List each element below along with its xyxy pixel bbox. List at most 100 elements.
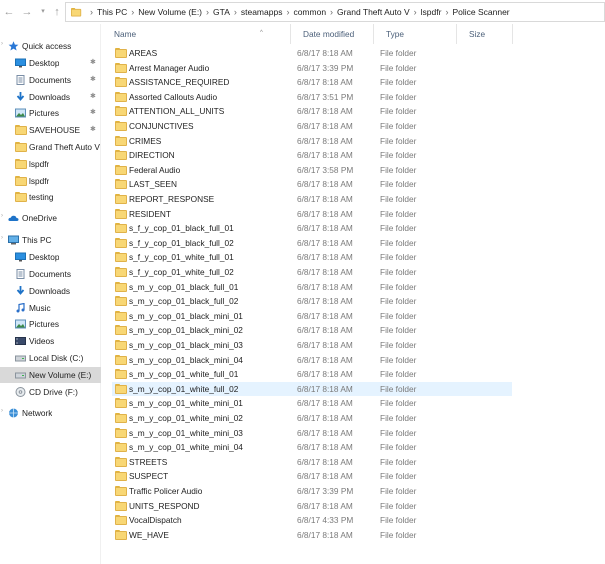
folder-icon (115, 179, 127, 190)
folder-icon (115, 135, 127, 146)
nav-network[interactable]: › Network (0, 405, 101, 421)
breadcrumb-separator-icon[interactable]: › (286, 7, 289, 17)
breadcrumb-item[interactable]: New Volume (E:) (138, 7, 202, 17)
table-row[interactable]: s_m_y_cop_01_black_mini_01 6/8/17 8:18 AM… (112, 309, 512, 323)
nav-quick-access[interactable]: › Quick access (0, 38, 101, 54)
breadcrumb-item[interactable]: steamapps (241, 7, 283, 17)
breadcrumb-separator-icon[interactable]: › (330, 7, 333, 17)
table-row[interactable]: s_m_y_cop_01_black_full_01 6/8/17 8:18 AM… (112, 280, 512, 294)
table-row[interactable]: s_m_y_cop_01_black_mini_04 6/8/17 8:18 AM… (112, 353, 512, 367)
table-row[interactable]: LAST_SEEN 6/8/17 8:18 AM File folder (112, 177, 512, 191)
folder-icon (15, 158, 27, 169)
nav-item-lspdfr[interactable]: lspdfr (0, 173, 101, 189)
breadcrumb-item[interactable]: Grand Theft Auto V (337, 7, 410, 17)
table-row[interactable]: s_m_y_cop_01_white_mini_01 6/8/17 8:18 AM… (112, 396, 512, 410)
table-row[interactable]: s_m_y_cop_01_white_full_02 6/8/17 8:18 AM… (112, 381, 512, 396)
folder-icon (115, 179, 127, 190)
folder-icon (15, 175, 27, 186)
nav-this-pc[interactable]: › This PC (0, 232, 101, 248)
table-row[interactable]: s_f_y_cop_01_white_full_02 6/8/17 8:18 AM… (112, 265, 512, 279)
table-row[interactable]: REPORT_RESPONSE 6/8/17 8:18 AM File folder (112, 192, 512, 206)
back-arrow-icon[interactable]: ← (2, 5, 16, 19)
nav-item-local-disk-c-[interactable]: Local Disk (C:) (0, 350, 101, 366)
table-row[interactable]: AREAS 6/8/17 8:18 AM File folder (112, 46, 512, 60)
nav-item-testing[interactable]: testing (0, 189, 101, 205)
breadcrumb-separator-icon[interactable]: › (234, 7, 237, 17)
table-row[interactable]: s_f_y_cop_01_black_full_02 6/8/17 8:18 AM… (112, 236, 512, 250)
breadcrumb-item[interactable]: This PC (97, 7, 127, 17)
table-row[interactable]: ATTENTION_ALL_UNITS 6/8/17 8:18 AM File fo… (112, 104, 512, 118)
table-row[interactable]: CONJUNCTIVES 6/8/17 8:18 AM File folder (112, 119, 512, 133)
table-row[interactable]: s_f_y_cop_01_black_full_01 6/8/17 8:18 AM… (112, 221, 512, 235)
table-row[interactable]: s_f_y_cop_01_white_full_01 6/8/17 8:18 AM… (112, 250, 512, 264)
expand-chevron-icon[interactable]: › (1, 213, 3, 219)
table-row[interactable]: CRIMES 6/8/17 8:18 AM File folder (112, 134, 512, 148)
column-header-date[interactable]: Date modified (291, 24, 374, 44)
table-row[interactable]: UNITS_RESPOND 6/8/17 8:18 AM File folder (112, 499, 512, 513)
breadcrumb-item[interactable]: lspdfr (421, 7, 442, 17)
nav-item-desktop[interactable]: Desktop ✱ (0, 55, 101, 71)
table-row[interactable]: Traffic Policer Audio 6/8/17 3:39 PM File … (112, 484, 512, 498)
table-row[interactable]: s_m_y_cop_01_black_mini_02 6/8/17 8:18 AM… (112, 323, 512, 337)
file-type: File folder (380, 121, 417, 131)
table-row[interactable]: DIRECTION 6/8/17 8:18 AM File folder (112, 148, 512, 162)
table-row[interactable]: s_m_y_cop_01_black_full_02 6/8/17 8:18 AM… (112, 294, 512, 308)
downloads-icon (15, 285, 26, 296)
nav-item-desktop[interactable]: Desktop (0, 249, 101, 265)
file-date-modified: 6/8/17 8:18 AM (297, 413, 353, 423)
column-header-size[interactable]: Size (457, 24, 513, 44)
nav-item-grand-theft-auto-v[interactable]: Grand Theft Auto V (0, 139, 101, 155)
pictures-icon (15, 319, 26, 329)
nav-item-new-volume-e-[interactable]: New Volume (E:) (0, 366, 101, 383)
up-arrow-icon[interactable]: ↑ (50, 5, 64, 19)
table-row[interactable]: WE_HAVE 6/8/17 8:18 AM File folder (112, 528, 512, 542)
breadcrumb-item[interactable]: common (293, 7, 326, 17)
recent-locations-chevron-icon[interactable]: ▾ (36, 5, 50, 19)
nav-item-downloads[interactable]: Downloads ✱ (0, 89, 101, 105)
forward-arrow-icon[interactable]: → (20, 5, 34, 19)
table-row[interactable]: RESIDENT 6/8/17 8:18 AM File folder (112, 207, 512, 221)
breadcrumb-separator-icon[interactable]: › (131, 7, 134, 17)
table-row[interactable]: s_m_y_cop_01_white_mini_02 6/8/17 8:18 AM… (112, 411, 512, 425)
address-bar[interactable]: › This PC › New Volume (E:) › GTA › steamapps › c… (65, 2, 605, 22)
table-row[interactable]: VocalDispatch 6/8/17 4:33 PM File folder (112, 513, 512, 527)
nav-item-pictures[interactable]: Pictures ✱ (0, 105, 101, 121)
table-row[interactable]: STREETS 6/8/17 8:18 AM File folder (112, 455, 512, 469)
table-row[interactable]: Assorted Callouts Audio 6/8/17 3:51 PM Fil… (112, 90, 512, 104)
table-row[interactable]: ASSISTANCE_REQUIRED 6/8/17 8:18 AM File fo… (112, 75, 512, 89)
file-date-modified: 6/8/17 8:18 AM (297, 194, 353, 204)
breadcrumb-item[interactable]: Police Scanner (452, 7, 509, 17)
breadcrumb-separator-icon[interactable]: › (414, 7, 417, 17)
breadcrumb-item[interactable]: GTA (213, 7, 230, 17)
nav-item-music[interactable]: Music (0, 300, 101, 316)
table-row[interactable]: s_m_y_cop_01_white_mini_03 6/8/17 8:18 AM… (112, 426, 512, 440)
breadcrumb-separator-icon[interactable]: › (445, 7, 448, 17)
nav-item-pictures[interactable]: Pictures (0, 316, 101, 332)
table-row[interactable]: Arrest Manager Audio 6/8/17 3:39 PM File f… (112, 61, 512, 75)
table-row[interactable]: s_m_y_cop_01_white_mini_04 6/8/17 8:18 AM… (112, 440, 512, 454)
nav-item-downloads[interactable]: Downloads (0, 283, 101, 299)
nav-item-label: Pictures (29, 108, 59, 119)
folder-icon (115, 194, 127, 204)
nav-item-documents[interactable]: Documents ✱ (0, 72, 101, 88)
nav-item-videos[interactable]: Videos (0, 333, 101, 349)
nav-item-label: Grand Theft Auto V (29, 142, 100, 152)
table-row[interactable]: s_m_y_cop_01_black_mini_03 6/8/17 8:18 AM… (112, 338, 512, 352)
nav-item-documents[interactable]: Documents (0, 266, 101, 282)
breadcrumb-separator-icon[interactable]: › (90, 7, 93, 17)
nav-onedrive[interactable]: › OneDrive (0, 210, 101, 226)
column-header-name[interactable]: Name ^ (102, 24, 291, 44)
breadcrumb-separator-icon[interactable]: › (206, 7, 209, 17)
file-type: File folder (380, 281, 417, 292)
expand-chevron-icon[interactable]: › (1, 408, 3, 414)
column-header-type[interactable]: Type (374, 24, 457, 44)
expand-chevron-icon[interactable]: › (1, 235, 3, 241)
table-row[interactable]: Federal Audio 6/8/17 3:58 PM File folder (112, 163, 512, 177)
file-type: File folder (380, 194, 417, 204)
nav-item-lspdfr[interactable]: lspdfr (0, 156, 101, 172)
table-row[interactable]: SUSPECT 6/8/17 8:18 AM File folder (112, 469, 512, 483)
nav-item-savehouse[interactable]: SAVEHOUSE ✱ (0, 122, 101, 138)
table-row[interactable]: s_m_y_cop_01_white_full_01 6/8/17 8:18 AM… (112, 367, 512, 381)
nav-item-cd-drive-f-[interactable]: CD Drive (F:) (0, 384, 101, 400)
expand-chevron-icon[interactable]: › (1, 41, 3, 47)
